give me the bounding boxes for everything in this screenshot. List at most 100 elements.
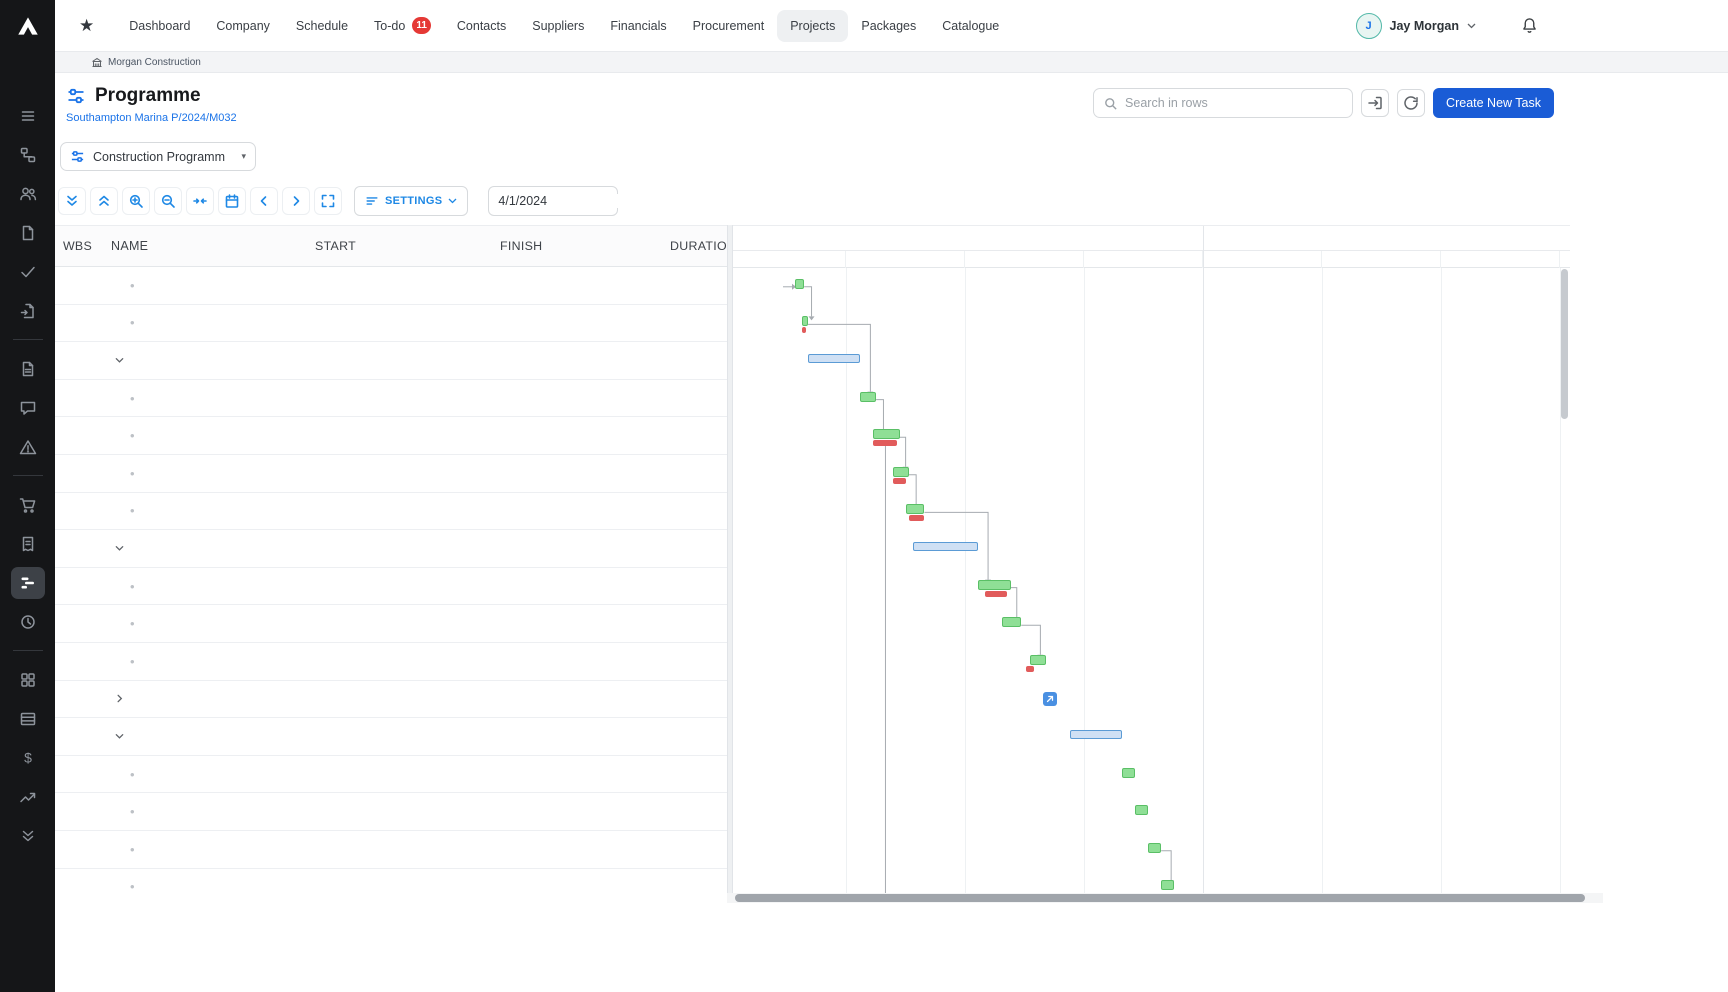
search-input[interactable]	[1125, 96, 1343, 110]
nav-item-catalogue[interactable]: Catalogue	[929, 10, 1012, 42]
calendar-button[interactable]	[218, 187, 246, 215]
table-row[interactable]: •	[55, 417, 727, 455]
gantt-task-bar[interactable]	[906, 504, 924, 514]
nav-item-projects[interactable]: Projects	[777, 10, 848, 42]
zoom-out-button[interactable]	[154, 187, 182, 215]
nav-item-suppliers[interactable]: Suppliers	[519, 10, 597, 42]
table-row[interactable]: •	[55, 756, 727, 794]
app-logo-icon[interactable]	[0, 0, 55, 52]
table-row[interactable]: •	[55, 267, 727, 305]
table-row[interactable]: •	[55, 568, 727, 606]
sidebar-item-rows[interactable]	[11, 703, 45, 735]
nav-item-to-do[interactable]: To-do11	[361, 8, 444, 43]
sidebar-item-file[interactable]	[11, 353, 45, 385]
table-row[interactable]: •	[55, 869, 727, 894]
row-expander[interactable]	[111, 693, 128, 704]
refresh-button[interactable]	[1397, 89, 1425, 117]
gantt-task-bar[interactable]	[1135, 805, 1148, 815]
column-header-wbs[interactable]: WBS	[55, 239, 100, 253]
gantt-task-bar[interactable]	[893, 467, 909, 477]
nav-item-procurement[interactable]: Procurement	[680, 10, 778, 42]
nav-item-financials[interactable]: Financials	[597, 10, 679, 42]
nav-item-company[interactable]: Company	[203, 10, 283, 42]
nav-item-label: Packages	[861, 19, 916, 33]
shift-previous-button[interactable]	[250, 187, 278, 215]
table-row[interactable]: •	[55, 493, 727, 531]
row-expander[interactable]	[111, 731, 128, 742]
zoom-in-button[interactable]	[122, 187, 150, 215]
shift-next-button[interactable]	[282, 187, 310, 215]
sidebar-item-workflow[interactable]	[11, 139, 45, 171]
horizontal-scrollbar[interactable]	[735, 894, 1585, 902]
zoom-to-fit-button[interactable]	[186, 187, 214, 215]
vertical-scrollbar[interactable]	[1561, 269, 1568, 419]
gantt-task-bar[interactable]	[978, 580, 1011, 590]
table-row[interactable]	[55, 530, 727, 568]
sidebar-item-trend[interactable]	[11, 781, 45, 813]
row-expander[interactable]	[111, 543, 128, 554]
table-row[interactable]: •	[55, 305, 727, 343]
sidebar-item-cart[interactable]	[11, 489, 45, 521]
sidebar-item-file-export[interactable]	[11, 295, 45, 327]
bullet-icon: •	[130, 842, 135, 857]
gantt-task-bar[interactable]	[860, 392, 876, 402]
gantt-summary-bar[interactable]	[913, 542, 978, 551]
sidebar-item-check[interactable]	[11, 256, 45, 288]
sidebar-item-chat[interactable]	[11, 392, 45, 424]
column-header-name[interactable]: NAME	[100, 239, 305, 253]
sidebar-item-list[interactable]	[11, 100, 45, 132]
sidebar-item-warning[interactable]	[11, 431, 45, 463]
table-row[interactable]: •	[55, 793, 727, 831]
fullscreen-button[interactable]	[314, 187, 342, 215]
table-row[interactable]: •	[55, 455, 727, 493]
sidebar-item-invoice[interactable]	[11, 528, 45, 560]
expand-arrow-icon	[1045, 694, 1055, 704]
table-row[interactable]	[55, 342, 727, 380]
notifications-bell-icon[interactable]	[1521, 17, 1538, 34]
nav-item-contacts[interactable]: Contacts	[444, 10, 519, 42]
column-header-duration[interactable]: DURATION	[660, 239, 727, 253]
column-header-finish[interactable]: FINISH	[490, 239, 660, 253]
gantt-summary-bar[interactable]	[1070, 730, 1122, 739]
table-row[interactable]	[55, 681, 727, 719]
programme-select[interactable]: Construction Programm ▾	[60, 142, 256, 171]
table-row[interactable]: •	[55, 643, 727, 681]
table-row[interactable]: •	[55, 605, 727, 643]
sidebar-item-chevrons-down[interactable]	[11, 820, 45, 852]
user-menu[interactable]: J Jay Morgan	[1356, 13, 1476, 39]
sidebar-item-people[interactable]	[11, 178, 45, 210]
gantt-task-bar[interactable]	[1122, 768, 1135, 778]
settings-button[interactable]: SETTINGS	[354, 186, 468, 216]
table-row[interactable]: •	[55, 831, 727, 869]
column-header-start[interactable]: START	[305, 239, 490, 253]
gantt-summary-bar[interactable]	[808, 354, 860, 363]
date-input[interactable]	[498, 194, 659, 208]
favorites-star-icon[interactable]: ★	[79, 17, 94, 34]
breadcrumb-company[interactable]: Morgan Construction	[108, 57, 201, 68]
gantt-task-bar[interactable]	[795, 279, 804, 289]
nav-item-dashboard[interactable]: Dashboard	[116, 10, 203, 42]
sidebar-item-grid[interactable]	[11, 664, 45, 696]
create-new-task-button[interactable]: Create New Task	[1433, 88, 1554, 118]
gantt-task-bar[interactable]	[1148, 843, 1161, 853]
sidebar-divider	[13, 475, 43, 476]
sidebar-item-clock[interactable]	[11, 606, 45, 638]
table-row[interactable]	[55, 718, 727, 756]
export-button[interactable]	[1361, 89, 1389, 117]
gantt-task-bar[interactable]	[1161, 880, 1174, 890]
table-row[interactable]: •	[55, 380, 727, 418]
gantt-task-bar[interactable]	[802, 316, 809, 326]
gantt-task-bar[interactable]	[1002, 617, 1022, 627]
sidebar-item-gantt[interactable]	[11, 567, 45, 599]
nav-item-schedule[interactable]: Schedule	[283, 10, 361, 42]
nav-item-packages[interactable]: Packages	[848, 10, 929, 42]
gantt-task-bar[interactable]	[1030, 655, 1046, 665]
expand-all-button[interactable]	[58, 187, 86, 215]
sidebar-item-dollar[interactable]: $	[11, 742, 45, 774]
row-expander[interactable]	[111, 355, 128, 366]
collapse-all-button[interactable]	[90, 187, 118, 215]
gantt-task-bar[interactable]	[873, 429, 899, 439]
collapsed-summary-bar[interactable]	[1043, 692, 1057, 706]
sidebar-item-document[interactable]	[11, 217, 45, 249]
project-link[interactable]: Southampton Marina P/2024/M032	[66, 112, 237, 124]
